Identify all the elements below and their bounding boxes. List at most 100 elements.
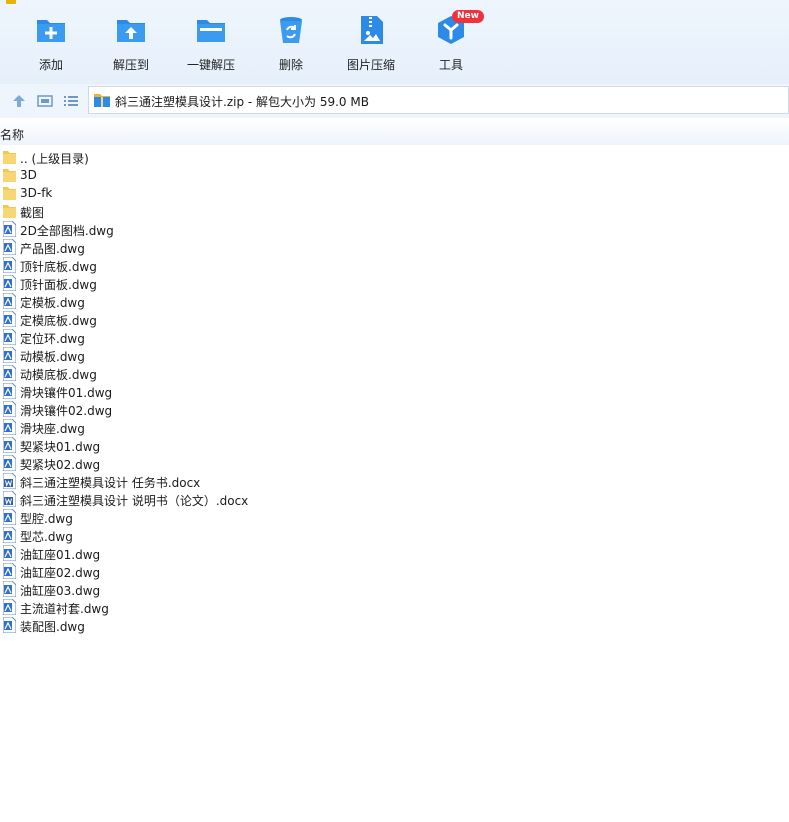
image-compress-label: 图片压缩: [346, 58, 395, 72]
dwg-file-icon: [2, 526, 17, 544]
file-name: 定位环.dwg: [20, 332, 85, 346]
dwg-file-icon: [2, 454, 17, 472]
dwg-file-icon: [2, 580, 17, 598]
extract-to-label: 解压到: [112, 58, 149, 72]
dwg-file-icon: [2, 562, 17, 580]
folder-row[interactable]: 截图: [0, 202, 789, 220]
dwg-file-icon: [2, 292, 17, 310]
dwg-file-icon: [2, 382, 17, 400]
file-name: 滑块镶件01.dwg: [20, 386, 113, 400]
dwg-file-icon: [2, 436, 17, 454]
dwg-file-icon: [2, 310, 17, 328]
file-list: .. (上级目录) 3D 3D-fk 截图 2D全部图档.dwg 产品图.dwg 顶针底板.…: [0, 148, 789, 634]
folder-row[interactable]: .. (上级目录): [0, 148, 789, 166]
file-row[interactable]: 顶针底板.dwg: [0, 256, 789, 274]
new-badge: New: [452, 10, 484, 23]
file-name: 契紧块02.dwg: [20, 458, 101, 472]
tools-button[interactable]: 工具: [414, 14, 488, 78]
dwg-file-icon: [2, 328, 17, 346]
thumbnail-view-button[interactable]: [36, 92, 54, 110]
dwg-file-icon: [2, 346, 17, 364]
file-row[interactable]: 动模板.dwg: [0, 346, 789, 364]
dwg-file-icon: [2, 364, 17, 382]
toolbar: 添加 解压到 一键解压 删除 图片压缩 工具 New: [0, 0, 789, 84]
file-name: 3D: [20, 168, 37, 182]
file-row[interactable]: 斜三通注塑模具设计 任务书.docx: [0, 472, 789, 490]
file-row[interactable]: 油缸座03.dwg: [0, 580, 789, 598]
file-name: 型腔.dwg: [20, 512, 73, 526]
file-name: 产品图.dwg: [20, 242, 85, 256]
file-name: 顶针底板.dwg: [20, 260, 97, 274]
file-row[interactable]: 定模底板.dwg: [0, 310, 789, 328]
up-level-button[interactable]: [10, 92, 28, 110]
add-icon: [35, 14, 67, 46]
dwg-file-icon: [2, 220, 17, 238]
address-box[interactable]: 斜三通注塑模具设计.zip - 解包大小为 59.0 MB: [88, 86, 789, 114]
file-name: 油缸座01.dwg: [20, 548, 101, 562]
file-row[interactable]: 定模板.dwg: [0, 292, 789, 310]
file-row[interactable]: 型腔.dwg: [0, 508, 789, 526]
delete-button[interactable]: 删除: [254, 14, 328, 78]
add-button[interactable]: 添加: [14, 14, 88, 78]
dwg-file-icon: [2, 418, 17, 436]
file-name: .. (上级目录): [20, 152, 89, 166]
file-name: 型芯.dwg: [20, 530, 73, 544]
one-click-extract-icon: [195, 14, 227, 46]
file-row[interactable]: 契紧块01.dwg: [0, 436, 789, 454]
file-name: 主流道衬套.dwg: [20, 602, 109, 616]
file-row[interactable]: 斜三通注塑模具设计 说明书（论文）.docx: [0, 490, 789, 508]
file-name: 2D全部图档.dwg: [20, 224, 114, 238]
extract-to-icon: [115, 14, 147, 46]
file-row[interactable]: 型芯.dwg: [0, 526, 789, 544]
folder-icon: [3, 167, 16, 183]
file-name: 动模板.dwg: [20, 350, 85, 364]
word-file-icon: [2, 472, 17, 490]
file-row[interactable]: 契紧块02.dwg: [0, 454, 789, 472]
file-row[interactable]: 油缸座01.dwg: [0, 544, 789, 562]
file-row[interactable]: 主流道衬套.dwg: [0, 598, 789, 616]
thumbnail-view-icon: [37, 95, 53, 107]
archive-path: 斜三通注塑模具设计.zip - 解包大小为 59.0 MB: [115, 95, 369, 109]
image-compress-icon: [355, 14, 387, 46]
file-name: 3D-fk: [20, 186, 53, 200]
file-name: 油缸座02.dwg: [20, 566, 101, 580]
dwg-file-icon: [2, 508, 17, 526]
file-row[interactable]: 产品图.dwg: [0, 238, 789, 256]
file-row[interactable]: 装配图.dwg: [0, 616, 789, 634]
file-row[interactable]: 滑块座.dwg: [0, 418, 789, 436]
folder-row[interactable]: 3D: [0, 166, 789, 184]
dwg-file-icon: [2, 544, 17, 562]
column-header-label: 名称: [0, 128, 25, 142]
folder-icon: [3, 149, 16, 165]
file-name: 动模底板.dwg: [20, 368, 97, 382]
delete-icon: [275, 14, 307, 46]
folder-icon: [3, 203, 16, 219]
extract-to-button[interactable]: 解压到: [94, 14, 168, 78]
image-compress-button[interactable]: 图片压缩: [334, 14, 408, 78]
folder-row[interactable]: 3D-fk: [0, 184, 789, 202]
file-name: 定模底板.dwg: [20, 314, 97, 328]
file-row[interactable]: 顶针面板.dwg: [0, 274, 789, 292]
one-click-extract-button[interactable]: 一键解压: [174, 14, 248, 78]
file-row[interactable]: 油缸座02.dwg: [0, 562, 789, 580]
file-row[interactable]: 2D全部图档.dwg: [0, 220, 789, 238]
column-header-name[interactable]: 名称: [0, 118, 789, 145]
list-view-button[interactable]: [62, 92, 80, 110]
folder-icon: [3, 185, 16, 201]
dwg-file-icon: [2, 598, 17, 616]
file-row[interactable]: 定位环.dwg: [0, 328, 789, 346]
file-row[interactable]: 滑块镶件02.dwg: [0, 400, 789, 418]
file-row[interactable]: 动模底板.dwg: [0, 364, 789, 382]
word-file-icon: [2, 490, 17, 508]
file-name: 斜三通注塑模具设计 任务书.docx: [20, 476, 201, 490]
add-label: 添加: [38, 58, 63, 72]
tools-label: 工具: [438, 58, 463, 72]
file-name: 滑块镶件02.dwg: [20, 404, 113, 418]
dwg-file-icon: [2, 616, 17, 634]
file-row[interactable]: 滑块镶件01.dwg: [0, 382, 789, 400]
file-name: 斜三通注塑模具设计 说明书（论文）.docx: [20, 494, 249, 508]
delete-label: 删除: [278, 58, 303, 72]
dwg-file-icon: [2, 256, 17, 274]
app-icon: [6, 0, 16, 4]
list-view-icon: [64, 96, 78, 106]
